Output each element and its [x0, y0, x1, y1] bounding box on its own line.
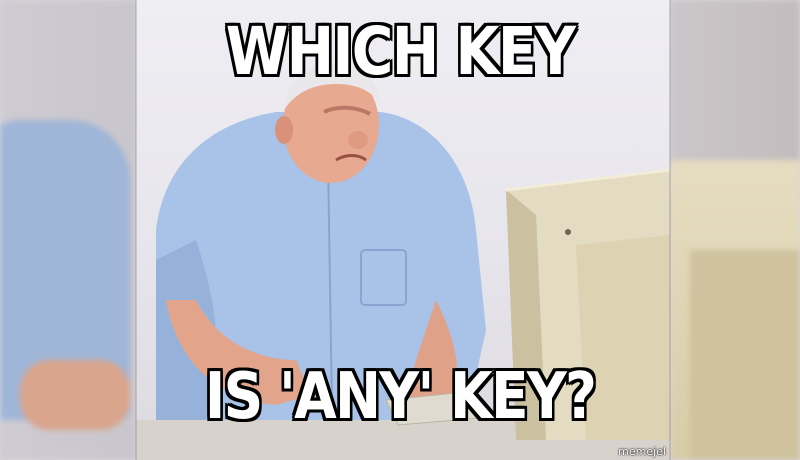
watermark-text: memejel [618, 445, 666, 458]
meme-bottom-caption: IS 'ANY' KEY? [204, 360, 597, 434]
ear [275, 116, 293, 144]
monitor-screw [565, 229, 571, 235]
nose [348, 131, 368, 149]
meme-top-caption: WHICH KEY [225, 13, 576, 90]
meme-image: WHICH KEY IS 'ANY' KEY? memejel [0, 0, 800, 460]
